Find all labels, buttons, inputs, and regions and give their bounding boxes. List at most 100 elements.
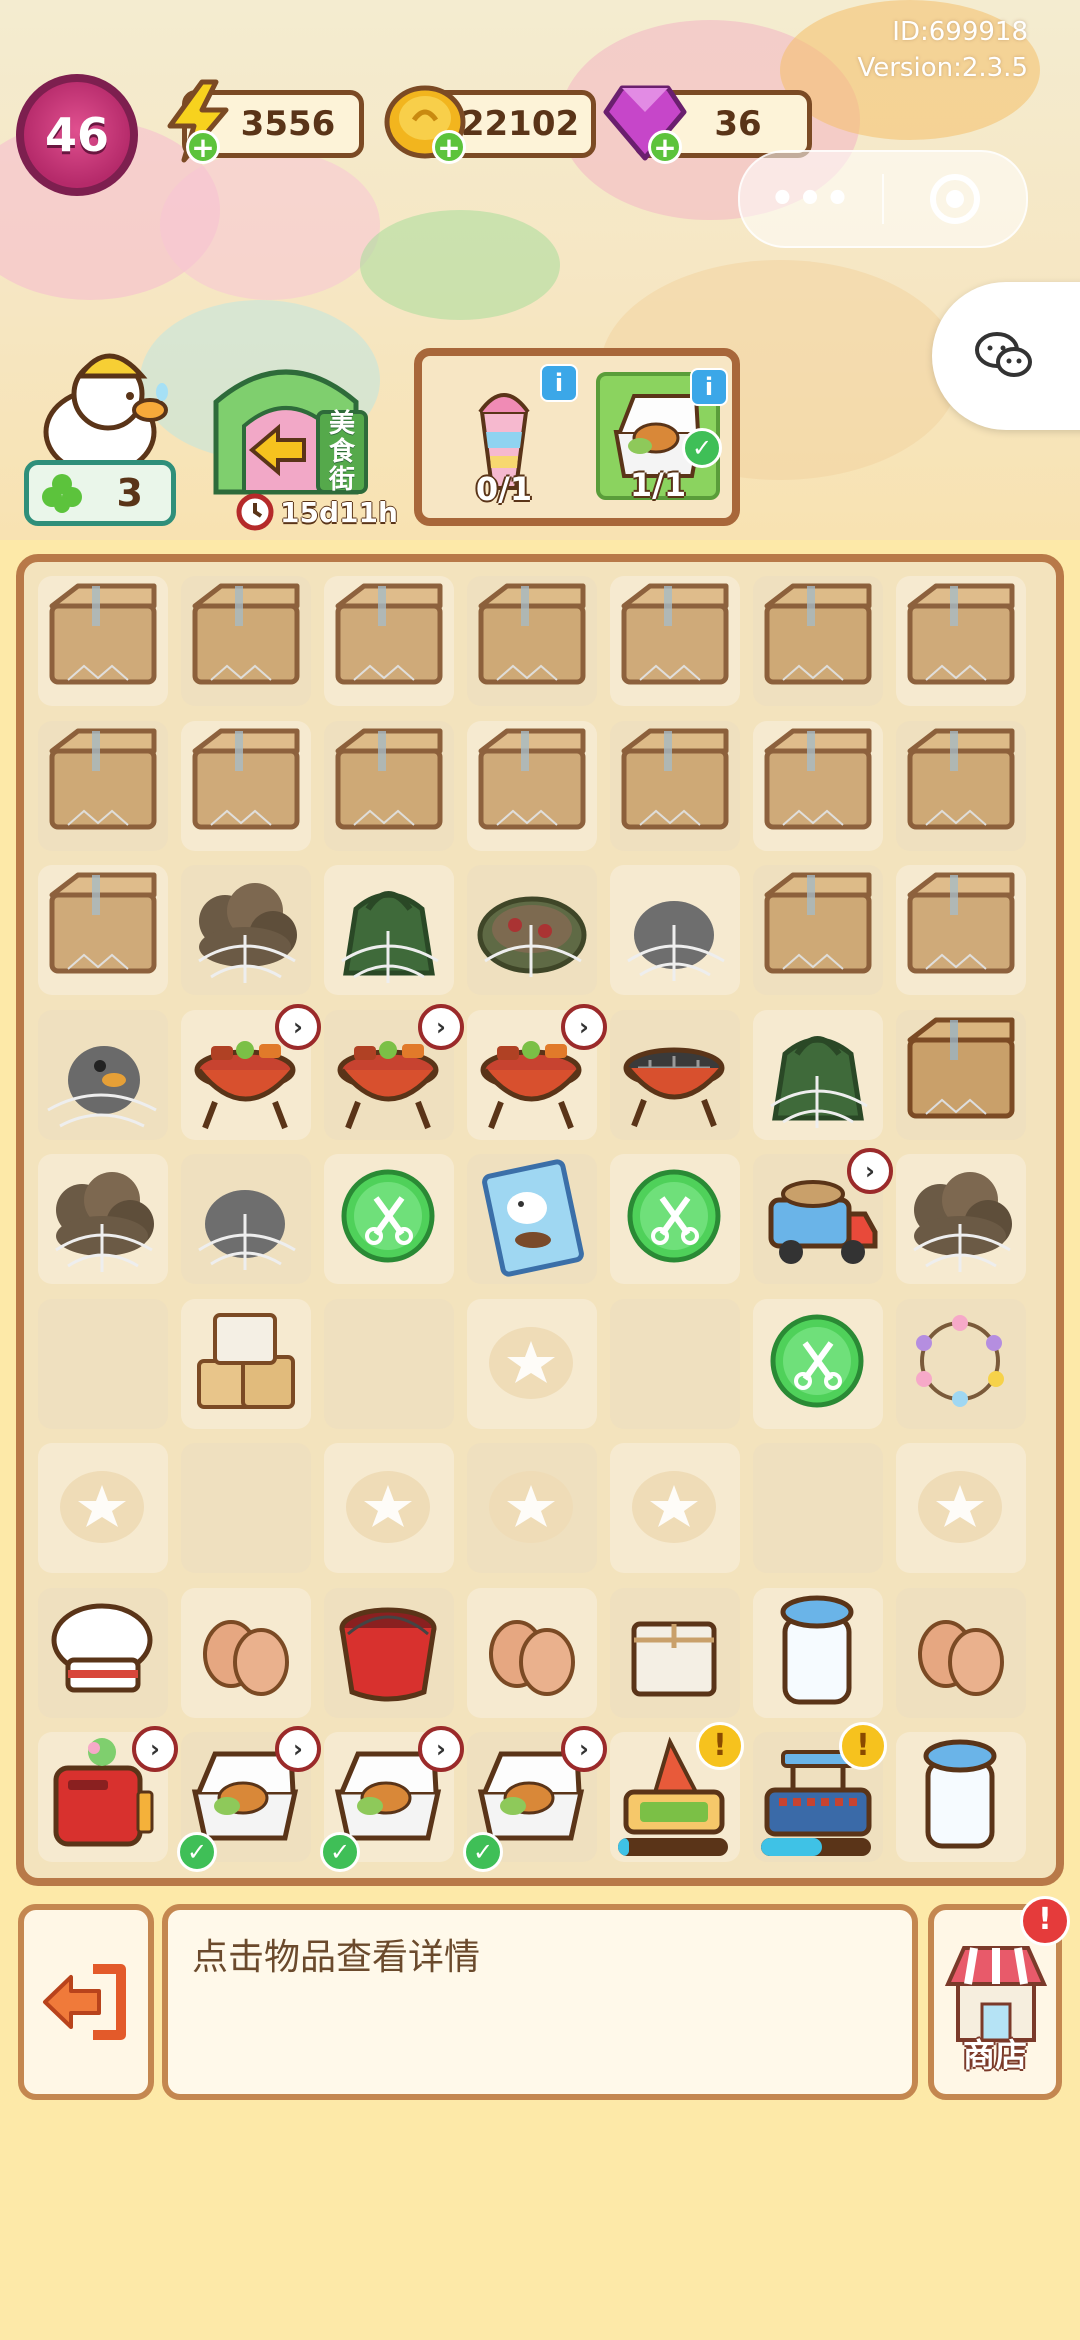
box-icon xyxy=(49,583,157,685)
chevron-right-icon: › xyxy=(275,1726,321,1772)
board-cell-star-slot[interactable] xyxy=(896,1443,1026,1573)
board-cell-box[interactable] xyxy=(181,720,311,851)
board-cell-bbq-cart[interactable]: ! xyxy=(753,1722,887,1862)
box-icon xyxy=(907,872,1015,974)
board-cell-takeout-box[interactable]: › ✓ xyxy=(177,1726,321,1872)
clover-counter[interactable]: 3 xyxy=(24,460,176,526)
board-cell-poster[interactable] xyxy=(467,1154,597,1284)
box-icon xyxy=(764,728,872,829)
board-cell-star-slot[interactable] xyxy=(610,1443,740,1573)
scissors-icon xyxy=(341,1169,435,1263)
duck-worker-avatar[interactable] xyxy=(30,336,168,474)
webbed-bird-icon xyxy=(47,1045,157,1127)
board-cell-webbed-cloud[interactable] xyxy=(38,1154,168,1284)
close-miniprogram-button[interactable] xyxy=(884,172,1026,226)
customer-service-button[interactable] xyxy=(932,282,1080,430)
add-coin-button[interactable]: + xyxy=(432,130,466,164)
box-stack-icon xyxy=(197,1312,295,1409)
board-cell-empty[interactable] xyxy=(324,1298,454,1429)
board-cell-eggs[interactable] xyxy=(467,1587,597,1718)
coin-value: 22102 xyxy=(460,104,580,144)
board-cell-webbed-bird[interactable] xyxy=(38,1009,168,1140)
add-energy-button[interactable]: + xyxy=(186,130,220,164)
board-cell-box[interactable] xyxy=(324,720,454,851)
add-gem-button[interactable]: + xyxy=(648,130,682,164)
wechat-icon xyxy=(975,332,1032,377)
box-icon xyxy=(907,1017,1015,1118)
board-cell-flower-wreath[interactable] xyxy=(896,1298,1026,1429)
board-cell-empty[interactable] xyxy=(753,1443,883,1573)
board-cell-box[interactable] xyxy=(38,720,168,851)
board-cell-webbed-bag[interactable] xyxy=(324,865,454,995)
board-cell-box[interactable] xyxy=(753,720,883,851)
exit-arrow-icon xyxy=(43,1964,126,2040)
board-cell-box[interactable] xyxy=(324,576,454,706)
board-cell-bbq-grill[interactable]: › xyxy=(467,1003,607,1140)
board-cell-empty[interactable] xyxy=(610,1298,740,1429)
board-cell-box[interactable] xyxy=(610,720,740,851)
level-badge[interactable]: 46 xyxy=(16,74,138,196)
board-cell-eggs[interactable] xyxy=(181,1587,311,1718)
board-cell-star-slot[interactable] xyxy=(467,1298,597,1429)
board-cell-box-stack[interactable] xyxy=(181,1298,311,1429)
board-cell-star-slot[interactable] xyxy=(324,1443,454,1573)
info-icon[interactable]: i xyxy=(690,368,728,406)
info-icon[interactable]: i xyxy=(540,364,578,402)
board-cell-box[interactable] xyxy=(38,865,168,995)
milk-jar-icon xyxy=(923,1739,997,1849)
board-cell-bbq-grill[interactable]: › xyxy=(324,1003,464,1140)
order-rainbow-drink[interactable]: i 0/1 xyxy=(442,364,578,508)
board-cell-webbed-pizza[interactable] xyxy=(467,865,597,995)
board-cell-empty[interactable] xyxy=(181,1443,311,1573)
red-bucket-icon xyxy=(339,1607,437,1701)
board-cell-box[interactable] xyxy=(467,720,597,851)
chef-hat-icon xyxy=(51,1603,153,1692)
board-cell-box[interactable] xyxy=(753,576,883,706)
check-icon: ✓ xyxy=(463,1832,503,1872)
board-cell-star-slot[interactable] xyxy=(38,1443,168,1573)
shop-button[interactable]: 商店 ! xyxy=(928,1896,1070,2100)
board-cell-small-box[interactable] xyxy=(610,1587,740,1718)
webbed-stone-icon xyxy=(627,901,725,981)
webbed-pizza-icon xyxy=(477,896,587,977)
board-cell-webbed-cloud[interactable] xyxy=(896,1154,1026,1284)
board-cell-box[interactable] xyxy=(896,865,1026,995)
board-cell-milk-jar[interactable] xyxy=(753,1587,883,1718)
board-cell-star-slot[interactable] xyxy=(467,1443,597,1573)
order-progress: 0/1 xyxy=(475,470,533,508)
board-cell-scissors[interactable] xyxy=(324,1154,454,1284)
board-cell-empty-grill[interactable] xyxy=(610,1009,740,1140)
board-cell-box[interactable] xyxy=(181,576,311,706)
event-sign-text: 美食街 xyxy=(328,409,355,495)
board-cell-delivery-truck[interactable]: › xyxy=(753,1148,893,1284)
board-cell-chef-hat[interactable] xyxy=(38,1587,168,1718)
board-cell-box[interactable] xyxy=(753,865,883,995)
board-cell-takeout-box[interactable]: › ✓ xyxy=(463,1726,607,1872)
board-cell-webbed-stone[interactable] xyxy=(181,1154,311,1284)
board-cell-bbq-grill[interactable]: › xyxy=(181,1003,321,1140)
exit-button[interactable] xyxy=(18,1904,154,2100)
version-label: Version:2.3.5 xyxy=(857,53,1028,83)
board-cell-box[interactable] xyxy=(896,720,1026,851)
board-cell-box[interactable] xyxy=(38,576,168,706)
board-cell-webbed-cloud[interactable] xyxy=(181,865,311,995)
board-cell-scissors[interactable] xyxy=(753,1298,883,1429)
board-cell-takeout-box[interactable]: › ✓ xyxy=(320,1726,464,1872)
board-cell-milk-jar[interactable] xyxy=(896,1732,1026,1862)
more-menu-button[interactable]: ••• xyxy=(740,176,882,222)
board-cell-webbed-stone[interactable] xyxy=(610,865,740,995)
board-cell-box[interactable] xyxy=(467,576,597,706)
board-cell-scissors[interactable] xyxy=(610,1154,740,1284)
box-icon xyxy=(907,728,1015,829)
board-cell-webbed-bag[interactable] xyxy=(753,1009,883,1140)
board-cell-box[interactable] xyxy=(610,576,740,706)
board-cell-empty[interactable] xyxy=(38,1298,168,1429)
board-cell-toaster[interactable]: › xyxy=(38,1726,178,1862)
order-takeout-box[interactable]: i ✓ 1/1 xyxy=(596,368,728,504)
board-cell-red-bucket[interactable] xyxy=(324,1587,454,1718)
board-cell-cart-generator[interactable]: ! xyxy=(610,1722,744,1862)
board-cell-box[interactable] xyxy=(896,1009,1026,1140)
board-cell-box[interactable] xyxy=(896,576,1026,706)
item-detail-hint: 点击物品查看详情 xyxy=(192,1937,481,1978)
board-cell-eggs[interactable] xyxy=(896,1587,1026,1718)
